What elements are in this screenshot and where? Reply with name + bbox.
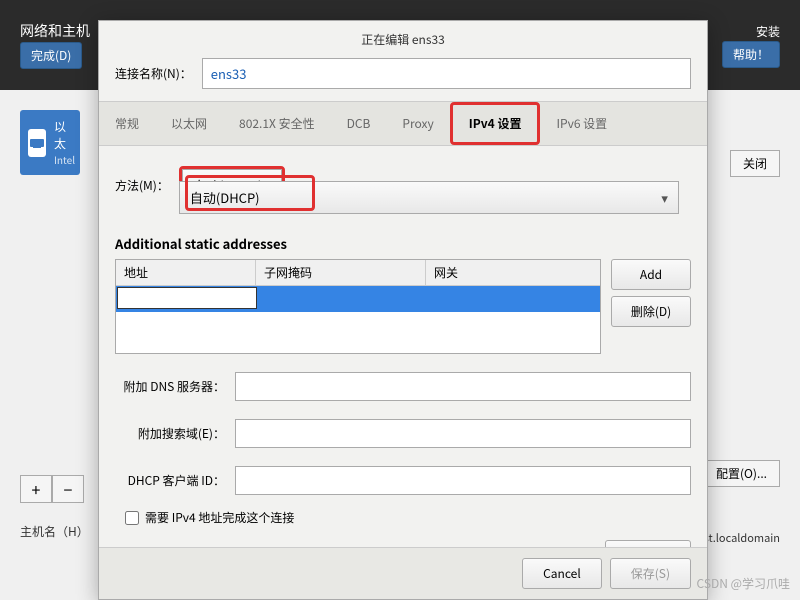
ipv4-tab-content: 方法(M)： 自动(DHCP) 方法(M)： 自动(DHCP) Addition… [99, 146, 707, 581]
static-addresses-section: 地址 子网掩码 网关 Add 删除(D) [115, 259, 691, 354]
col-gateway: 网关 [426, 260, 600, 285]
tab-general[interactable]: 常规 [99, 102, 155, 145]
search-domain-input[interactable] [235, 419, 691, 448]
col-netmask: 子网掩码 [256, 260, 426, 285]
connection-name-row: 连接名称(N)： [99, 58, 707, 101]
require-ipv4-checkbox[interactable] [125, 511, 139, 525]
connection-name-label: 连接名称(N)： [115, 65, 192, 82]
dhcp-id-label: DHCP 客户端 ID： [115, 472, 225, 489]
require-ipv4-row: 需要 IPv4 地址完成这个连接 [125, 509, 691, 526]
tab-ethernet[interactable]: 以太网 [155, 102, 223, 145]
dns-label: 附加 DNS 服务器： [115, 378, 225, 395]
dialog-title: 正在编辑 ens33 [99, 21, 707, 58]
tab-proxy[interactable]: Proxy [386, 102, 449, 145]
delete-address-button[interactable]: 删除(D) [611, 296, 691, 327]
table-row[interactable] [116, 286, 600, 312]
close-button[interactable]: 关闭 [730, 150, 780, 177]
addresses-table: 地址 子网掩码 网关 [115, 259, 601, 354]
done-button[interactable]: 完成(D) [20, 42, 82, 69]
address-buttons: Add 删除(D) [611, 259, 691, 354]
connection-name-input[interactable] [202, 58, 691, 89]
install-label: 安装 [722, 23, 780, 40]
page-title: 网络和主机 [20, 21, 90, 41]
search-domain-row: 附加搜索域(E)： [115, 419, 691, 448]
tab-8021x[interactable]: 802.1X 安全性 [223, 102, 331, 145]
dns-input[interactable] [235, 372, 691, 401]
dns-row: 附加 DNS 服务器： [115, 372, 691, 401]
edit-connection-dialog: 正在编辑 ens33 连接名称(N)： 常规 以太网 802.1X 安全性 DC… [98, 20, 708, 600]
require-ipv4-label: 需要 IPv4 地址完成这个连接 [145, 509, 294, 526]
method-dropdown-full[interactable]: 自动(DHCP) [179, 181, 679, 214]
help-button[interactable]: 帮助！ [722, 41, 780, 68]
tab-ipv6[interactable]: IPv6 设置 [540, 102, 623, 145]
tab-ipv4-highlight: IPv4 设置 [450, 102, 541, 145]
ethernet-icon [28, 129, 46, 157]
dialog-footer: Cancel 保存(S) [99, 547, 707, 599]
table-header: 地址 子网掩码 网关 [116, 260, 600, 286]
dhcp-id-input[interactable] [235, 466, 691, 495]
static-addresses-heading: Additional static addresses [115, 234, 691, 253]
watermark: CSDN @学习爪哇 [697, 575, 790, 592]
tab-dcb[interactable]: DCB [331, 102, 387, 145]
interface-vendor: Intel [54, 152, 75, 167]
save-button[interactable]: 保存(S) [610, 558, 691, 589]
configure-button[interactable]: 配置(O)... [703, 460, 780, 487]
search-domain-label: 附加搜索域(E)： [115, 425, 225, 442]
add-address-button[interactable]: Add [611, 259, 691, 290]
interface-name: 以太 [54, 118, 75, 152]
cancel-button[interactable]: Cancel [522, 558, 602, 589]
tab-bar: 常规 以太网 802.1X 安全性 DCB Proxy IPv4 设置 IPv6… [99, 101, 707, 146]
add-interface-button[interactable]: + [20, 475, 52, 503]
tab-ipv4[interactable]: IPv4 设置 [453, 105, 538, 142]
dhcp-id-row: DHCP 客户端 ID： [115, 466, 691, 495]
col-address: 地址 [116, 260, 256, 285]
interface-item[interactable]: 以太 Intel [20, 110, 80, 175]
remove-interface-button[interactable]: − [52, 475, 84, 503]
address-cell-input[interactable] [117, 287, 257, 309]
